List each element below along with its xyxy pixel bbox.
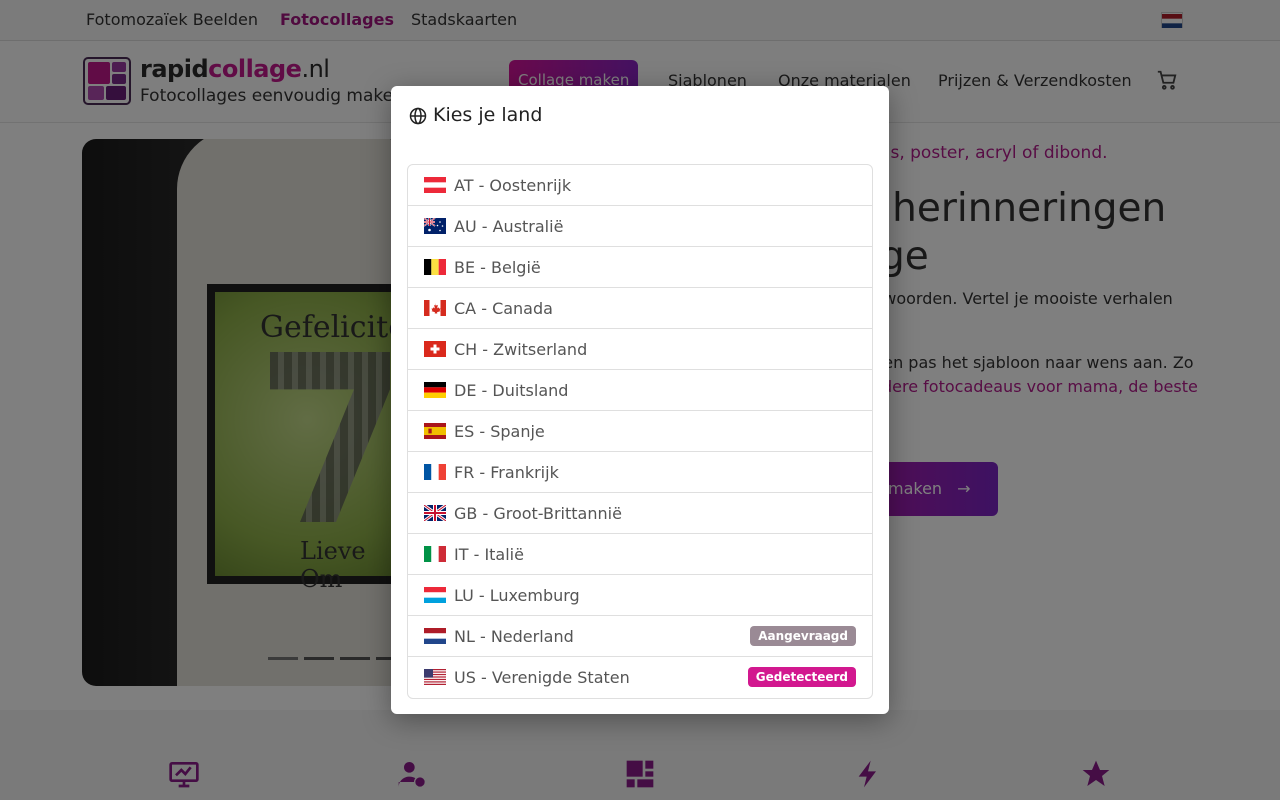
country-item-nl[interactable]: NL - Nederland Aangevraagd <box>408 616 872 657</box>
country-item-es[interactable]: ES - Spanje <box>408 411 872 452</box>
country-item-it[interactable]: IT - Italië <box>408 534 872 575</box>
flag-be-icon <box>424 259 446 275</box>
flag-gb-icon <box>424 505 446 521</box>
flag-us-icon <box>424 669 446 685</box>
requested-badge: Aangevraagd <box>750 626 856 646</box>
country-item-gb[interactable]: GB - Groot-Brittannië <box>408 493 872 534</box>
country-item-at[interactable]: AT - Oostenrijk <box>408 165 872 206</box>
country-label: IT - Italië <box>454 545 524 564</box>
flag-es-icon <box>424 423 446 439</box>
country-label: ES - Spanje <box>454 422 545 441</box>
flag-at-icon <box>424 177 446 193</box>
country-label: GB - Groot-Brittannië <box>454 504 622 523</box>
flag-fr-icon <box>424 464 446 480</box>
modal-title: Kies je land <box>433 104 543 126</box>
country-item-fr[interactable]: FR - Frankrijk <box>408 452 872 493</box>
country-label: NL - Nederland <box>454 627 574 646</box>
flag-au-icon <box>424 218 446 234</box>
country-label: AT - Oostenrijk <box>454 176 572 195</box>
country-label: LU - Luxemburg <box>454 586 580 605</box>
flag-nl-icon <box>424 628 446 644</box>
country-label: US - Verenigde Staten <box>454 668 630 687</box>
country-item-us[interactable]: US - Verenigde Staten Gedetecteerd <box>408 657 872 698</box>
country-list: AT - Oostenrijk AU - Australië BE - Belg… <box>407 164 873 699</box>
country-item-ca[interactable]: CA - Canada <box>408 288 872 329</box>
globe-icon <box>409 107 427 125</box>
flag-de-icon <box>424 382 446 398</box>
country-item-be[interactable]: BE - België <box>408 247 872 288</box>
country-item-au[interactable]: AU - Australië <box>408 206 872 247</box>
country-label: DE - Duitsland <box>454 381 569 400</box>
country-item-lu[interactable]: LU - Luxemburg <box>408 575 872 616</box>
country-label: BE - België <box>454 258 541 277</box>
flag-ca-icon <box>424 300 446 316</box>
country-select-modal: Kies je land AT - Oostenrijk AU - Austra… <box>391 86 889 714</box>
country-label: AU - Australië <box>454 217 564 236</box>
country-label: CH - Zwitserland <box>454 340 588 359</box>
flag-ch-icon <box>424 341 446 357</box>
country-item-ch[interactable]: CH - Zwitserland <box>408 329 872 370</box>
flag-lu-icon <box>424 587 446 603</box>
country-label: FR - Frankrijk <box>454 463 559 482</box>
flag-it-icon <box>424 546 446 562</box>
country-label: CA - Canada <box>454 299 553 318</box>
detected-badge: Gedetecteerd <box>747 667 856 687</box>
country-item-de[interactable]: DE - Duitsland <box>408 370 872 411</box>
